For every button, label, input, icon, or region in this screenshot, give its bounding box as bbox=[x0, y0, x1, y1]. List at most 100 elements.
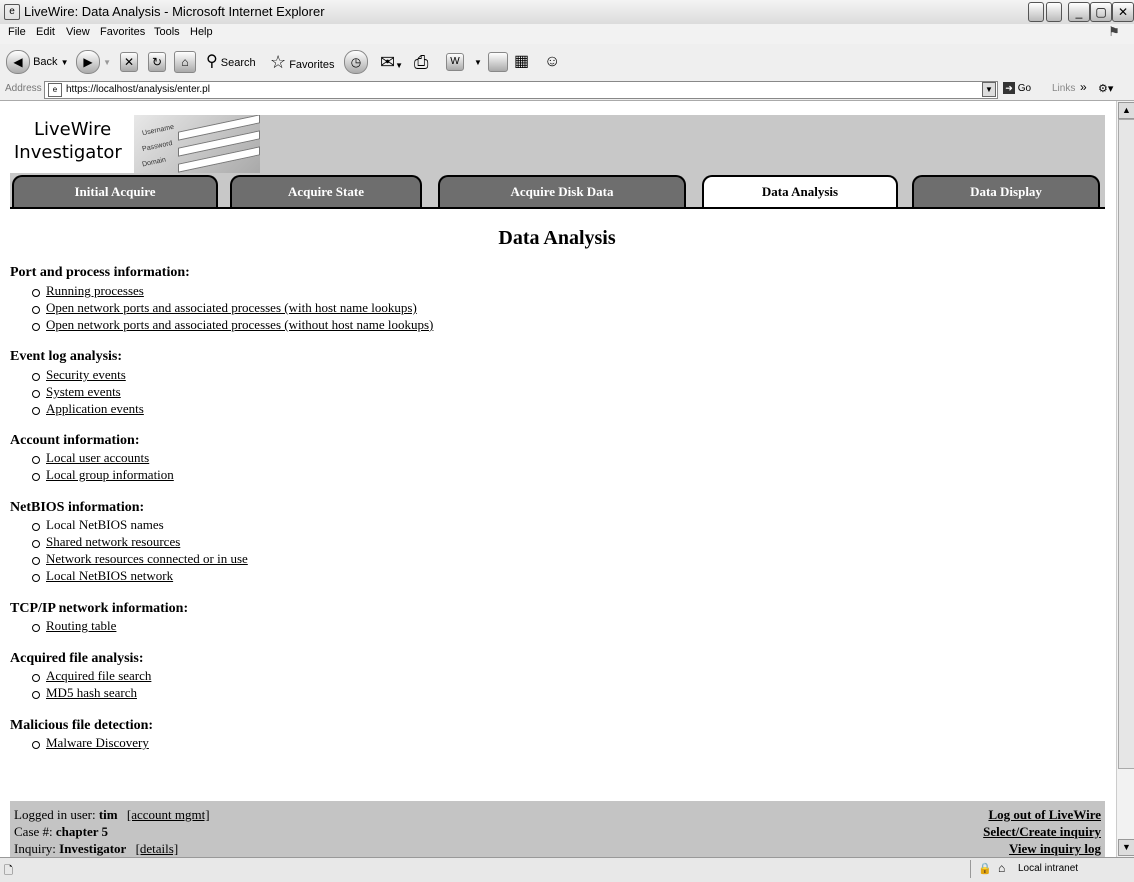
menu-tools[interactable]: Tools bbox=[154, 26, 180, 38]
bullet-icon bbox=[32, 741, 40, 749]
case-label: Case #: bbox=[14, 824, 53, 839]
livewire-logo: LiveWire Investigator bbox=[10, 115, 134, 173]
menu-favorites[interactable]: Favorites bbox=[100, 26, 145, 38]
refresh-button[interactable]: ↻ bbox=[148, 50, 166, 74]
print-button[interactable]: ⎙ bbox=[414, 50, 428, 74]
link-open-ports-with-lookups[interactable]: Open network ports and associated proces… bbox=[46, 300, 417, 316]
forward-dropdown-icon[interactable]: ▼ bbox=[103, 58, 111, 67]
search-label: Search bbox=[220, 57, 256, 69]
tab-divider bbox=[10, 207, 1105, 209]
history-button[interactable]: ◷ bbox=[344, 50, 368, 75]
close-button[interactable]: ✕ bbox=[1112, 2, 1134, 22]
research-button[interactable]: ▦ bbox=[514, 50, 529, 74]
link-application-events[interactable]: Application events bbox=[46, 401, 144, 417]
search-button[interactable]: ⚲ Search bbox=[206, 50, 256, 74]
chevron-right-icon[interactable]: » bbox=[1080, 80, 1087, 94]
forward-button[interactable]: ▶ ▼ bbox=[76, 50, 111, 75]
link-system-events[interactable]: System events bbox=[46, 384, 121, 400]
extra-icon bbox=[1028, 2, 1044, 22]
mail-button[interactable]: ✉▼ bbox=[380, 50, 403, 74]
page-content: LiveWire Investigator Username Password … bbox=[0, 101, 1114, 857]
tab-data-display[interactable]: Data Display bbox=[912, 175, 1100, 207]
research-icon: ▦ bbox=[514, 53, 530, 70]
login-form-image: Username Password Domain bbox=[134, 115, 260, 173]
stop-button[interactable]: ✕ bbox=[120, 50, 138, 74]
bullet-icon bbox=[32, 540, 40, 548]
scroll-down-icon[interactable]: ▼ bbox=[1118, 839, 1134, 856]
case-name: chapter 5 bbox=[55, 824, 109, 839]
address-dropdown-icon[interactable]: ▼ bbox=[982, 82, 996, 97]
menu-help[interactable]: Help bbox=[190, 26, 213, 38]
security-zone-label: Local intranet bbox=[1018, 863, 1079, 874]
discuss-button[interactable] bbox=[488, 50, 508, 74]
link-acquired-file-search[interactable]: Acquired file search bbox=[46, 668, 151, 684]
link-md5-hash-search[interactable]: MD5 hash search bbox=[46, 685, 137, 701]
tab-initial-acquire[interactable]: Initial Acquire bbox=[12, 175, 218, 207]
tab-acquire-state[interactable]: Acquire State bbox=[230, 175, 422, 207]
bullet-icon bbox=[32, 407, 40, 415]
back-dropdown-icon[interactable]: ▼ bbox=[61, 58, 69, 67]
select-inquiry-link[interactable]: Select/Create inquiry bbox=[983, 824, 1101, 840]
favorites-label: Favorites bbox=[289, 59, 335, 71]
bullet-icon bbox=[32, 289, 40, 297]
back-arrow-icon: ◀ bbox=[6, 50, 30, 75]
page-title: Data Analysis bbox=[498, 227, 616, 249]
link-routing-table[interactable]: Routing table bbox=[46, 618, 116, 634]
address-input[interactable]: e https://localhost/analysis/enter.pl bbox=[44, 81, 998, 99]
vertical-scrollbar[interactable]: ▲ ▼ bbox=[1116, 101, 1134, 857]
page-status-icon: 🗋 bbox=[4, 865, 13, 877]
details-link[interactable]: [details] bbox=[136, 841, 179, 856]
menu-file[interactable]: File bbox=[8, 26, 26, 38]
banner: LiveWire Investigator Username Password … bbox=[10, 115, 1105, 173]
bullet-icon bbox=[32, 456, 40, 464]
messenger-button[interactable]: ☺ bbox=[544, 50, 560, 74]
mail-icon: ✉ bbox=[380, 52, 396, 72]
link-local-user-accounts[interactable]: Local user accounts bbox=[46, 450, 149, 466]
home-button[interactable]: ⌂ bbox=[174, 50, 196, 74]
tab-bar: Initial Acquire Acquire State Acquire Di… bbox=[10, 173, 1105, 209]
bullet-icon bbox=[32, 574, 40, 582]
tab-acquire-disk-data[interactable]: Acquire Disk Data bbox=[438, 175, 686, 207]
view-inquiry-log-link[interactable]: View inquiry log bbox=[1009, 841, 1101, 857]
bullet-icon bbox=[32, 674, 40, 682]
footer-user-line: Logged in user: tim [account mgmt] bbox=[14, 807, 210, 823]
link-security-events[interactable]: Security events bbox=[46, 367, 126, 383]
edit-button[interactable]: W ▼ bbox=[446, 50, 482, 74]
user-name: tim bbox=[98, 807, 118, 822]
history-icon: ◷ bbox=[344, 50, 368, 75]
window-title-bar[interactable]: e LiveWire: Data Analysis - Microsoft In… bbox=[0, 0, 1134, 25]
footer-inquiry-line: Inquiry: Investigator [details] bbox=[14, 841, 178, 857]
window-title: LiveWire: Data Analysis - Microsoft Inte… bbox=[24, 4, 325, 19]
bullet-icon bbox=[32, 691, 40, 699]
bullet-icon bbox=[32, 557, 40, 565]
maximize-button[interactable]: ▢ bbox=[1090, 2, 1112, 22]
menu-view[interactable]: View bbox=[66, 26, 90, 38]
link-local-netbios-network[interactable]: Local NetBIOS network bbox=[46, 568, 173, 584]
scroll-up-icon[interactable]: ▲ bbox=[1118, 102, 1134, 119]
favorites-button[interactable]: ☆ Favorites bbox=[270, 50, 334, 74]
link-open-ports-without-lookups[interactable]: Open network ports and associated proces… bbox=[46, 317, 433, 333]
address-url: https://localhost/analysis/enter.pl bbox=[66, 84, 210, 95]
link-malware-discovery[interactable]: Malware Discovery bbox=[46, 735, 149, 751]
tab-data-analysis[interactable]: Data Analysis bbox=[702, 175, 898, 209]
forward-arrow-icon: ▶ bbox=[76, 50, 100, 75]
links-button[interactable]: Links bbox=[1052, 83, 1075, 94]
link-shared-network-resources[interactable]: Shared network resources bbox=[46, 534, 180, 550]
back-button[interactable]: ◀ Back ▼ bbox=[6, 50, 69, 75]
minimize-button[interactable]: _ bbox=[1068, 2, 1090, 22]
mail-dropdown-icon: ▼ bbox=[395, 61, 404, 70]
section-heading: Event log analysis: bbox=[10, 349, 123, 364]
extension-icon[interactable]: ⚙▾ bbox=[1098, 82, 1113, 95]
footer: Logged in user: tim [account mgmt] Case … bbox=[10, 801, 1105, 857]
scroll-thumb[interactable] bbox=[1118, 119, 1134, 769]
extra-icon bbox=[1046, 2, 1062, 22]
section-heading: Acquired file analysis: bbox=[10, 651, 144, 666]
address-label: Address bbox=[5, 83, 42, 94]
link-local-group-information[interactable]: Local group information bbox=[46, 467, 174, 483]
link-running-processes[interactable]: Running processes bbox=[46, 283, 144, 299]
go-button[interactable]: ➜ Go bbox=[1003, 82, 1031, 94]
menu-edit[interactable]: Edit bbox=[36, 26, 55, 38]
account-mgmt-link[interactable]: [account mgmt] bbox=[127, 807, 210, 822]
logout-link[interactable]: Log out of LiveWire bbox=[988, 807, 1101, 823]
link-network-resources-in-use[interactable]: Network resources connected or in use bbox=[46, 551, 248, 567]
